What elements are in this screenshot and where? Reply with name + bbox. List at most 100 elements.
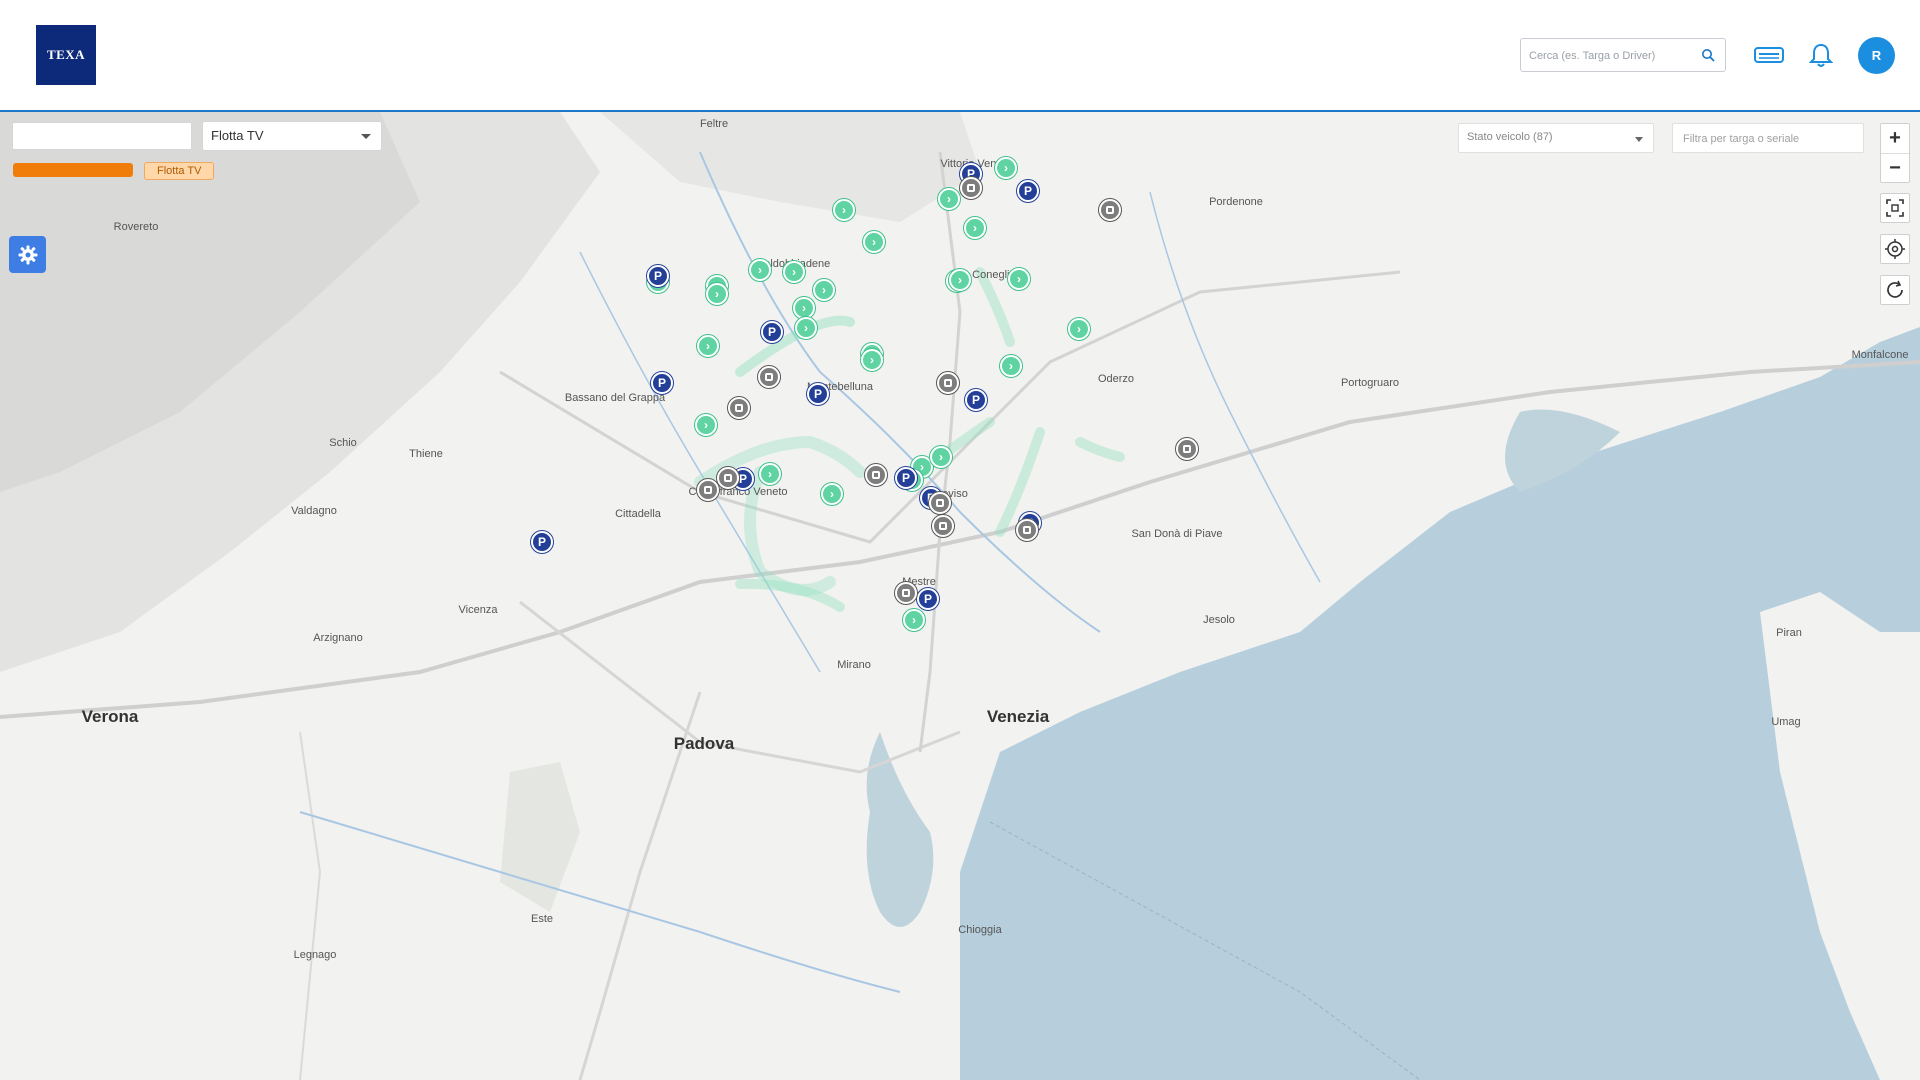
city-label: Portogruaro <box>1340 377 1400 389</box>
refresh-button[interactable] <box>1880 275 1910 305</box>
map-settings-button[interactable] <box>9 236 46 273</box>
vehicle-card-icon[interactable] <box>1754 40 1784 70</box>
vehicle-marker-offline[interactable] <box>937 372 959 394</box>
vehicle-marker-parked[interactable]: P <box>807 383 829 405</box>
vehicle-marker-moving[interactable]: › <box>706 283 728 305</box>
locate-button[interactable] <box>1880 234 1910 264</box>
city-label: Oderzo <box>1097 373 1135 385</box>
vehicle-marker-moving[interactable]: › <box>938 188 960 210</box>
plate-filter[interactable] <box>1672 123 1865 153</box>
fleet-name-input[interactable] <box>12 122 192 150</box>
city-label: Monfalcone <box>1851 349 1909 361</box>
vehicle-marker-offline[interactable] <box>929 492 951 514</box>
refresh-icon <box>1887 280 1903 298</box>
vehicle-marker-moving[interactable]: › <box>759 463 781 485</box>
vehicle-marker-moving[interactable]: › <box>930 446 952 468</box>
vehicle-marker-moving[interactable]: › <box>783 261 805 283</box>
vehicle-marker-parked[interactable]: P <box>531 531 553 553</box>
crosshair-icon <box>1885 239 1905 259</box>
vehicle-marker-offline[interactable] <box>717 467 739 489</box>
fleet-map[interactable]: Venezia Padova Verona Vicenza Treviso Ba… <box>0 112 1920 1080</box>
vehicle-marker-moving[interactable]: › <box>833 199 855 221</box>
city-label: Jesolo <box>1203 614 1235 626</box>
vehicle-marker-offline[interactable] <box>1176 438 1198 460</box>
city-label: Thiene <box>409 448 443 460</box>
vehicle-status-select[interactable]: Stato veicolo (87) <box>1458 123 1654 153</box>
city-label: Este <box>530 913 554 925</box>
fleet-select[interactable]: Flotta TV <box>202 121 382 151</box>
zoom-in-button[interactable]: + <box>1881 124 1909 154</box>
vehicle-marker-parked[interactable]: P <box>651 372 673 394</box>
vehicle-marker-moving[interactable]: › <box>749 259 771 281</box>
vehicle-marker-moving[interactable]: › <box>995 157 1017 179</box>
vehicle-marker-parked[interactable]: P <box>895 467 917 489</box>
city-label: Valdagno <box>291 505 337 517</box>
vehicle-marker-moving[interactable]: › <box>949 269 971 291</box>
city-label: San Donà di Piave <box>1131 528 1223 540</box>
fleet-color-bar <box>13 163 133 177</box>
vehicle-marker-moving[interactable]: › <box>1008 268 1030 290</box>
vehicle-marker-moving[interactable]: › <box>795 317 817 339</box>
city-label: Cittadella <box>615 508 661 520</box>
global-search[interactable] <box>1520 38 1726 72</box>
search-input[interactable] <box>1527 45 1701 67</box>
texa-logo[interactable]: TEXA <box>36 25 96 85</box>
vehicle-marker-offline[interactable] <box>697 479 719 501</box>
city-label: Pordenone <box>1209 196 1263 208</box>
fleet-chip[interactable]: Flotta TV <box>144 162 215 180</box>
city-label: Piran <box>1776 627 1802 639</box>
user-avatar[interactable]: R <box>1858 37 1895 74</box>
vehicle-marker-moving[interactable]: › <box>697 335 719 357</box>
vehicle-marker-moving[interactable]: › <box>861 349 883 371</box>
vehicle-marker-offline[interactable] <box>932 515 954 537</box>
city-label: Bassano del Grappa <box>564 392 666 404</box>
vehicle-marker-parked[interactable]: P <box>1017 180 1039 202</box>
vehicle-marker-moving[interactable]: › <box>1068 318 1090 340</box>
city-label: Venezia <box>986 707 1050 726</box>
vehicle-marker-moving[interactable]: › <box>964 217 986 239</box>
zoom-control: + − <box>1880 123 1910 183</box>
vehicle-marker-offline[interactable] <box>758 366 780 388</box>
vehicle-marker-offline[interactable] <box>728 397 750 419</box>
vehicle-marker-moving[interactable]: › <box>1000 355 1022 377</box>
vehicle-marker-parked[interactable]: P <box>761 321 783 343</box>
vehicle-marker-parked[interactable]: P <box>917 588 939 610</box>
city-label: Chioggia <box>958 924 1002 936</box>
avatar-initial: R <box>1871 48 1882 63</box>
city-label: Rovereto <box>113 221 159 233</box>
city-label: Mirano <box>837 659 871 671</box>
chevron-down-icon <box>361 134 371 139</box>
fit-bounds-icon <box>1886 199 1904 217</box>
vehicle-marker-moving[interactable]: › <box>863 231 885 253</box>
city-label: Arzignano <box>313 632 363 644</box>
zoom-out-button[interactable]: − <box>1881 154 1909 183</box>
city-label: Vicenza <box>458 604 498 616</box>
city-label: Feltre <box>699 118 729 130</box>
vehicle-marker-offline[interactable] <box>1016 519 1038 541</box>
vehicle-marker-offline[interactable] <box>865 464 887 486</box>
vehicle-marker-parked[interactable]: P <box>965 389 987 411</box>
city-label: Legnago <box>293 949 337 961</box>
city-label: Schio <box>329 437 357 449</box>
vehicle-marker-moving[interactable]: › <box>793 297 815 319</box>
vehicle-marker-moving[interactable]: › <box>903 609 925 631</box>
city-label: Verona <box>81 707 139 726</box>
search-icon[interactable] <box>1701 48 1715 62</box>
status-select-value: Stato veicolo (87) <box>1467 131 1553 143</box>
city-label: Umag <box>1771 716 1801 728</box>
fit-bounds-button[interactable] <box>1880 193 1910 223</box>
top-bar: TEXA R <box>0 0 1920 112</box>
vehicle-marker-moving[interactable]: › <box>695 414 717 436</box>
city-label: Padova <box>673 734 735 753</box>
vehicle-marker-offline[interactable] <box>1099 199 1121 221</box>
vehicle-marker-moving[interactable]: › <box>821 483 843 505</box>
vehicle-marker-offline[interactable] <box>960 177 982 199</box>
gear-icon <box>18 245 37 264</box>
fleet-select-value: Flotta TV <box>211 128 264 143</box>
vehicle-marker-moving[interactable]: › <box>813 279 835 301</box>
chevron-down-icon <box>1635 137 1643 142</box>
vehicle-marker-offline[interactable] <box>895 582 917 604</box>
plate-filter-input[interactable] <box>1681 132 1865 146</box>
vehicle-marker-parked[interactable]: P <box>647 265 669 287</box>
bell-icon[interactable] <box>1806 40 1836 70</box>
